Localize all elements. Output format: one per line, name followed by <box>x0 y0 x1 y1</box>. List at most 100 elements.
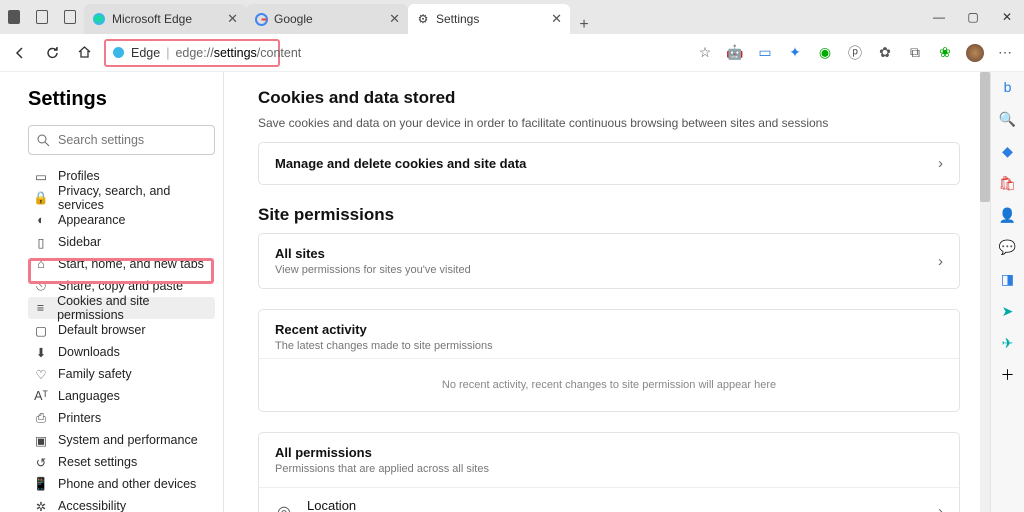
settings-nav: ▭Profiles 🔒Privacy, search, and services… <box>28 165 215 512</box>
scrollbar[interactable] <box>980 72 990 512</box>
content: Settings ▭Profiles 🔒Privacy, search, and… <box>0 72 1024 512</box>
nav-family[interactable]: ♡Family safety <box>28 363 215 385</box>
all-perms-sub: Permissions that are applied across all … <box>275 463 943 475</box>
address-url: edge://settings/content <box>175 46 301 60</box>
chevron-right-icon: › <box>938 503 943 512</box>
home-button[interactable] <box>70 39 98 67</box>
new-tab-button[interactable]: + <box>570 16 598 34</box>
bing-icon[interactable]: b <box>997 76 1019 98</box>
all-permissions-card: All permissions Permissions that are app… <box>258 432 960 512</box>
close-window-button[interactable]: ✕ <box>990 0 1024 34</box>
search-icon[interactable]: 🔍 <box>997 108 1019 130</box>
tab-strip: Microsoft Edge ✕ Google ✕ ⚙ Settings ✕ + <box>84 0 598 34</box>
vertical-tabs-icon[interactable] <box>28 0 56 34</box>
recent-title: Recent activity <box>275 322 943 337</box>
refresh-button[interactable] <box>38 39 66 67</box>
appearance-icon: ◐ <box>34 213 48 227</box>
all-sites-title: All sites <box>275 246 471 261</box>
nav-phone[interactable]: 📱Phone and other devices <box>28 473 215 495</box>
search-settings[interactable] <box>28 125 215 155</box>
recent-sub: The latest changes made to site permissi… <box>275 340 943 352</box>
nav-start[interactable]: ⌂Start, home, and new tabs <box>28 253 215 275</box>
settings-main: Cookies and data stored Save cookies and… <box>224 72 990 512</box>
close-icon[interactable]: ✕ <box>551 11 562 27</box>
cookies-icon: ≡ <box>34 301 47 315</box>
nav-languages[interactable]: AᵀLanguages <box>28 385 215 407</box>
outlook-icon[interactable]: ◨ <box>997 268 1019 290</box>
tag-icon[interactable]: ◆ <box>997 140 1019 162</box>
close-icon[interactable]: ✕ <box>227 11 238 27</box>
address-sep: | <box>166 46 169 60</box>
extension-mail-icon[interactable]: ▭ <box>752 40 778 66</box>
manage-cookies-card[interactable]: Manage and delete cookies and site data … <box>258 142 960 185</box>
edge-badge-icon <box>112 46 125 59</box>
all-sites-card[interactable]: All sites View permissions for sites you… <box>258 233 960 289</box>
titlebar: Microsoft Edge ✕ Google ✕ ⚙ Settings ✕ +… <box>0 0 1024 34</box>
nav-appearance[interactable]: ◐Appearance <box>28 209 215 231</box>
language-icon: Aᵀ <box>34 389 48 403</box>
perm-title: Location <box>307 498 356 512</box>
profile-icon: ▭ <box>34 169 48 183</box>
nav-default-browser[interactable]: ▢Default browser <box>28 319 215 341</box>
extension-robot-icon[interactable]: 🤖 <box>722 40 748 66</box>
extension-flower-icon[interactable]: ✿ <box>872 40 898 66</box>
edge-icon <box>92 12 106 26</box>
tab-label: Microsoft Edge <box>112 12 221 26</box>
minimize-button[interactable]: — <box>922 0 956 34</box>
recent-activity-card: Recent activity The latest changes made … <box>258 309 960 412</box>
person-icon[interactable]: 👤 <box>997 204 1019 226</box>
tab-edge[interactable]: Microsoft Edge ✕ <box>84 4 246 34</box>
favorite-icon[interactable]: ☆ <box>692 40 718 66</box>
perm-location[interactable]: ◎ Location Ask first › <box>259 487 959 512</box>
tab-settings[interactable]: ⚙ Settings ✕ <box>408 4 570 34</box>
search-input[interactable] <box>58 133 219 147</box>
toolbar: Edge | edge://settings/content ☆ 🤖 ▭ ✦ ◉… <box>0 34 1024 72</box>
tab-label: Settings <box>436 12 545 26</box>
send-icon[interactable]: ➤ <box>997 300 1019 322</box>
close-icon[interactable]: ✕ <box>389 11 400 27</box>
add-sidebar-icon[interactable]: ＋ <box>997 364 1019 386</box>
nav-printers[interactable]: ⎙Printers <box>28 407 215 429</box>
extension-green-icon[interactable]: ◉ <box>812 40 838 66</box>
collections-icon[interactable]: ⧉ <box>902 40 928 66</box>
gear-icon: ⚙ <box>416 12 430 26</box>
lock-icon: 🔒 <box>34 191 48 205</box>
nav-system[interactable]: ▣System and performance <box>28 429 215 451</box>
vertical-tabs-icon-2[interactable] <box>56 0 84 34</box>
system-icon: ▣ <box>34 433 48 447</box>
all-sites-sub: View permissions for sites you've visite… <box>275 264 471 276</box>
accessibility-icon: ✲ <box>34 499 48 512</box>
nav-accessibility[interactable]: ✲Accessibility <box>28 495 215 512</box>
chevron-right-icon: › <box>938 253 943 270</box>
nav-privacy[interactable]: 🔒Privacy, search, and services <box>28 187 215 209</box>
nav-sidebar[interactable]: ▯Sidebar <box>28 231 215 253</box>
recent-empty: No recent activity, recent changes to si… <box>259 358 959 411</box>
maximize-button[interactable]: ▢ <box>956 0 990 34</box>
plane-icon[interactable]: ✈ <box>997 332 1019 354</box>
more-button[interactable]: ⋯ <box>992 40 1018 66</box>
nav-reset[interactable]: ↺Reset settings <box>28 451 215 473</box>
browser-icon: ▢ <box>34 323 48 337</box>
download-icon: ⬇ <box>34 345 48 359</box>
settings-title: Settings <box>28 88 215 111</box>
scroll-thumb[interactable] <box>980 72 990 202</box>
address-bar[interactable]: Edge | edge://settings/content <box>104 39 280 67</box>
google-icon <box>254 12 268 26</box>
search-icon <box>37 134 50 147</box>
site-permissions-heading: Site permissions <box>258 205 960 225</box>
chat-icon[interactable]: 💬 <box>997 236 1019 258</box>
profile-avatar[interactable] <box>962 40 988 66</box>
family-icon: ♡ <box>34 367 48 381</box>
extension-shield-icon[interactable]: ✦ <box>782 40 808 66</box>
home-icon: ⌂ <box>34 257 48 271</box>
nav-cookies[interactable]: ≡Cookies and site permissions <box>28 297 215 319</box>
back-button[interactable] <box>6 39 34 67</box>
tab-actions-icon[interactable] <box>0 0 28 34</box>
phone-icon: 📱 <box>34 477 48 491</box>
extension-leaf-icon[interactable]: ❀ <box>932 40 958 66</box>
shopping-icon[interactable]: 🛍 <box>997 172 1019 194</box>
nav-downloads[interactable]: ⬇Downloads <box>28 341 215 363</box>
extension-pinterest-icon[interactable]: ⓟ <box>842 40 868 66</box>
tab-google[interactable]: Google ✕ <box>246 4 408 34</box>
manage-cookies-label: Manage and delete cookies and site data <box>275 156 526 171</box>
